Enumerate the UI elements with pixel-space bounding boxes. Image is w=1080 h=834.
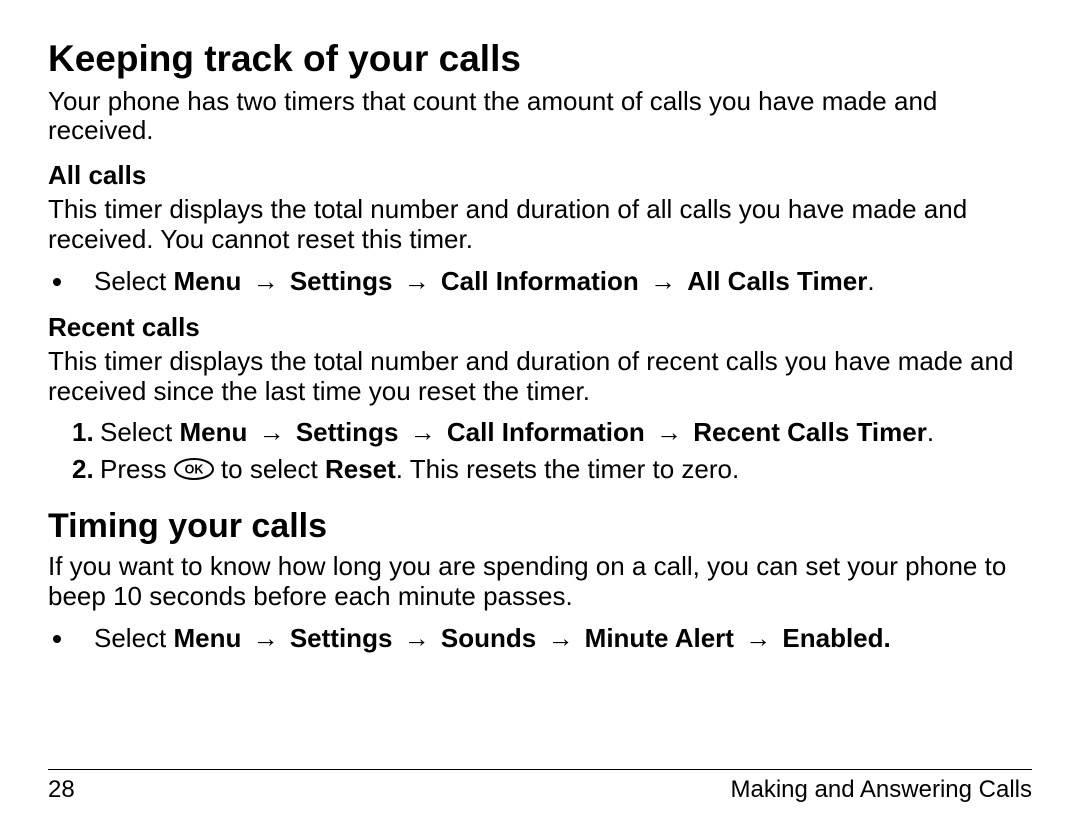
nav-path: Menu → Settings → Call Information → All… (174, 266, 868, 296)
page-footer: 28 Making and Answering Calls (48, 769, 1032, 804)
timing-step: Select Menu → Settings → Sounds → Minute… (76, 622, 1032, 655)
all-calls-step: Select Menu → Settings → Call Informatio… (76, 265, 1032, 298)
section-heading-keeping-track: Keeping track of your calls (48, 38, 1032, 81)
nav-path: Menu → Settings → Call Information → Rec… (180, 417, 927, 447)
nav-path: Menu → Settings → Sounds → Minute Alert … (174, 623, 884, 653)
all-calls-body: This timer displays the total number and… (48, 195, 1032, 255)
timing-intro: If you want to know how long you are spe… (48, 552, 1032, 612)
intro-paragraph: Your phone has two timers that count the… (48, 87, 1032, 147)
subheading-recent-calls: Recent calls (48, 312, 1032, 343)
manual-page: Keeping track of your calls Your phone h… (0, 0, 1080, 834)
subheading-all-calls: All calls (48, 160, 1032, 191)
ok-key-icon: OK (174, 455, 214, 488)
recent-calls-step-2: Press OK to select Reset. This resets th… (76, 453, 1032, 488)
recent-calls-steps: Select Menu → Settings → Call Informatio… (48, 416, 1032, 487)
recent-calls-body: This timer displays the total number and… (48, 347, 1032, 407)
all-calls-instruction-list: Select Menu → Settings → Call Informatio… (48, 265, 1032, 298)
svg-text:OK: OK (184, 462, 203, 476)
section-heading-timing: Timing your calls (48, 507, 1032, 546)
chapter-name: Making and Answering Calls (731, 776, 1033, 804)
timing-instruction-list: Select Menu → Settings → Sounds → Minute… (48, 622, 1032, 655)
page-number: 28 (48, 776, 75, 804)
recent-calls-step-1: Select Menu → Settings → Call Informatio… (76, 416, 1032, 449)
